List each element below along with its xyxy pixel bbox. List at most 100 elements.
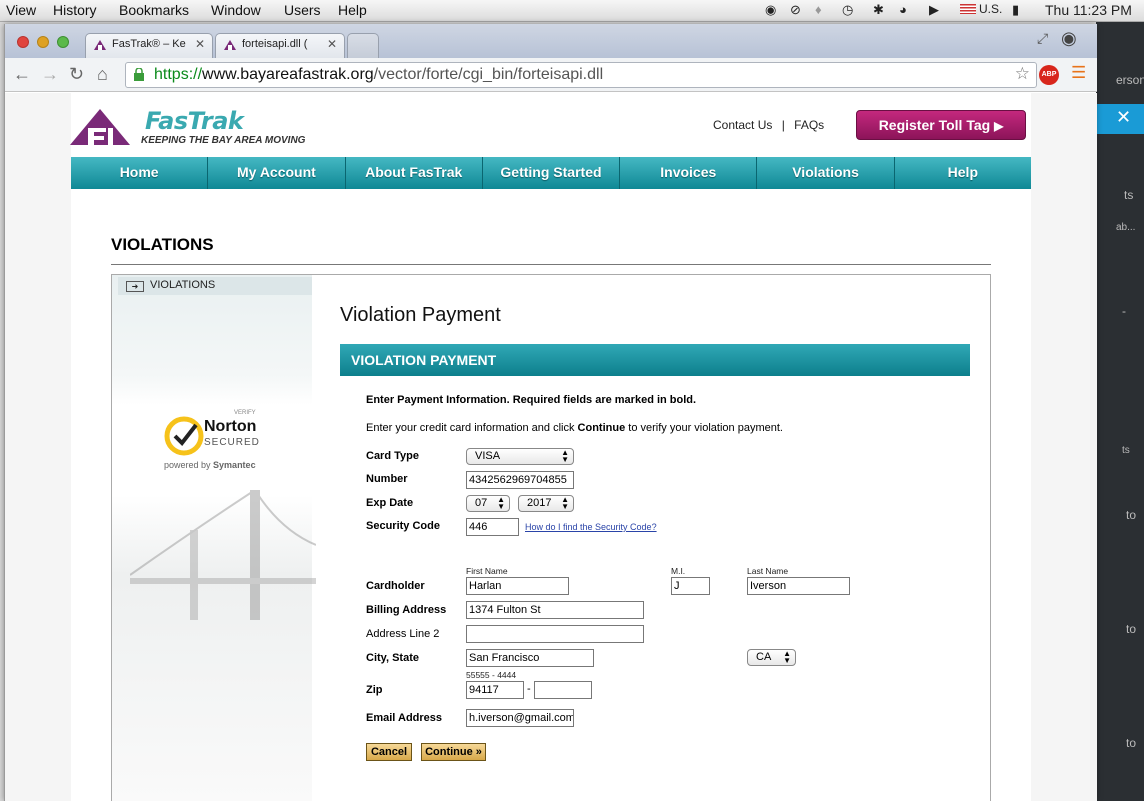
tab-title: forteisapi.dll ( (242, 38, 308, 50)
tab-fastrak[interactable]: FasTrak® – Ke ✕ (85, 33, 213, 58)
register-toll-tag-button[interactable]: Register Toll Tag ▶ (856, 110, 1026, 140)
select-arrows-icon: ▲ ▼ (561, 448, 569, 464)
page-title: VIOLATIONS (111, 235, 214, 254)
input-locale[interactable]: U.S. (960, 2, 1002, 16)
norton-check-icon (164, 416, 204, 456)
intro-continue: Continue (577, 422, 626, 434)
nav-my-account[interactable]: My Account (208, 157, 346, 189)
register-label: Register Toll Tag (878, 117, 991, 133)
select-arrows-icon: ▲ ▼ (783, 649, 791, 665)
nav-home[interactable]: Home (71, 157, 209, 189)
last-name-field[interactable]: Iverson (747, 577, 850, 595)
email-field[interactable]: h.iverson@gmail.com (466, 709, 574, 727)
browser-toolbar: ← → ↻ ⌂ https://www.bayareafastrak.org/v… (5, 58, 1097, 92)
close-icon[interactable]: ✕ (1116, 107, 1131, 128)
zip-field[interactable]: 94117 (466, 681, 524, 699)
card-type-select[interactable]: VISA ▲ ▼ (466, 448, 574, 465)
state-select[interactable]: CA ▲ ▼ (747, 649, 796, 666)
continue-button[interactable]: Continue » (421, 743, 486, 761)
nav-help[interactable]: Help (895, 157, 1031, 189)
symantec-label: Symantec (213, 460, 256, 470)
middle-initial-field[interactable]: J (671, 577, 710, 595)
time-machine-icon[interactable]: ◷ (842, 2, 853, 18)
volume-icon[interactable]: ▶ (929, 2, 939, 18)
mac-menubar: View History Bookmarks Window Users Help… (0, 0, 1144, 22)
back-arrow-icon[interactable]: ← (13, 64, 31, 85)
fastrak-wordmark[interactable]: FasTrak (145, 107, 244, 135)
billing-address-field[interactable]: 1374 Fulton St (466, 601, 644, 619)
do-not-disturb-icon[interactable]: ⊘ (790, 2, 801, 18)
nav-getting-started[interactable]: Getting Started (483, 157, 621, 189)
tab-title: FasTrak® – Ke (112, 38, 186, 50)
menu-hamburger-icon[interactable]: ☰ (1071, 63, 1086, 83)
exp-month-select[interactable]: 07 ▲ ▼ (466, 495, 510, 512)
powered-by: powered by Symantec (164, 460, 256, 470)
security-code-label: Security Code (366, 520, 440, 532)
adblock-icon[interactable]: ABP (1039, 65, 1059, 85)
close-window-icon[interactable] (17, 36, 29, 48)
notification-bell-icon[interactable]: ♦ (815, 2, 822, 17)
menu-view[interactable]: View (6, 2, 36, 18)
form-title: Violation Payment (340, 304, 501, 326)
menu-users[interactable]: Users (284, 2, 321, 18)
home-icon[interactable]: ⌂ (97, 64, 108, 85)
zip4-field[interactable] (534, 681, 592, 699)
verify-label: VERIFY (234, 410, 256, 416)
bg-text: to (1126, 622, 1137, 636)
bg-text: to (1126, 508, 1137, 522)
bg-text: erson (1116, 73, 1144, 87)
sidebar-header-label: VIOLATIONS (150, 279, 216, 291)
wifi-icon[interactable]: ◕ (899, 2, 907, 17)
main-nav: Home My Account About FasTrak Getting St… (71, 157, 1031, 189)
first-name-field[interactable]: Harlan (466, 577, 569, 595)
security-code-help-link[interactable]: How do I find the Security Code? (525, 522, 657, 532)
sidebar-header[interactable]: ➜ VIOLATIONS (118, 277, 312, 295)
header-links: Contact Us | FAQs (713, 118, 824, 132)
select-arrows-icon: ▲ ▼ (497, 495, 505, 511)
fastrak-favicon-icon (94, 40, 106, 50)
fastrak-logo-mark-icon[interactable] (70, 108, 130, 146)
nav-about-fastrak[interactable]: About FasTrak (346, 157, 483, 189)
reload-icon[interactable]: ↻ (69, 64, 84, 85)
tab-strip: FasTrak® – Ke ✕ forteisapi.dll ( ✕ ⤢ ◉ (5, 24, 1097, 58)
address-line-2-field[interactable] (466, 625, 644, 643)
nav-invoices[interactable]: Invoices (620, 157, 758, 189)
address-bar[interactable]: https://www.bayareafastrak.org/vector/fo… (125, 62, 1037, 88)
card-number-field[interactable]: 4342562969704855 (466, 471, 574, 489)
bg-text: ab... (1116, 222, 1136, 233)
city-field[interactable]: San Francisco (466, 649, 594, 667)
cancel-button[interactable]: Cancel (366, 743, 412, 761)
bookmark-star-icon[interactable]: ☆ (1015, 64, 1030, 84)
zip-label: Zip (366, 684, 383, 696)
secured-label: SECURED (204, 437, 260, 448)
menu-bookmarks[interactable]: Bookmarks (119, 2, 189, 18)
email-label: Email Address (366, 712, 443, 724)
intro-text: Enter your credit card information and c… (366, 422, 783, 434)
menu-window[interactable]: Window (211, 2, 261, 18)
card-type-value: VISA (475, 450, 501, 462)
city-state-label: City, State (366, 652, 419, 664)
url-path: /vector/forte/cgi_bin/forteisapi.dll (373, 66, 604, 83)
zoom-window-icon[interactable] (57, 36, 69, 48)
norton-brand: Norton (204, 418, 257, 435)
exp-year-select[interactable]: 2017 ▲ ▼ (518, 495, 574, 512)
fullscreen-icon[interactable]: ⤢ (1037, 30, 1048, 47)
bluetooth-icon[interactable]: ✱ (873, 2, 884, 18)
security-code-field[interactable]: 446 (466, 518, 519, 536)
tab-close-icon[interactable]: ✕ (327, 37, 337, 51)
tab-forteisapi[interactable]: forteisapi.dll ( ✕ (215, 33, 345, 58)
nav-violations[interactable]: Violations (757, 157, 895, 189)
minimize-window-icon[interactable] (37, 36, 49, 48)
spy-icon[interactable]: ◉ (765, 2, 776, 18)
forward-arrow-icon[interactable]: → (41, 64, 59, 85)
new-tab-button[interactable] (347, 33, 379, 58)
contact-us-link[interactable]: Contact Us (713, 118, 772, 132)
norton-secured-badge[interactable]: VERIFY Norton SECURED powered by Symante… (164, 410, 274, 475)
arrow-box-icon: ➜ (126, 281, 144, 292)
tab-close-icon[interactable]: ✕ (195, 37, 205, 51)
faqs-link[interactable]: FAQs (794, 118, 824, 132)
battery-icon[interactable]: ▮ (1012, 2, 1019, 18)
clock[interactable]: Thu 11:23 PM (1045, 2, 1132, 18)
menu-help[interactable]: Help (338, 2, 367, 18)
menu-history[interactable]: History (53, 2, 97, 18)
